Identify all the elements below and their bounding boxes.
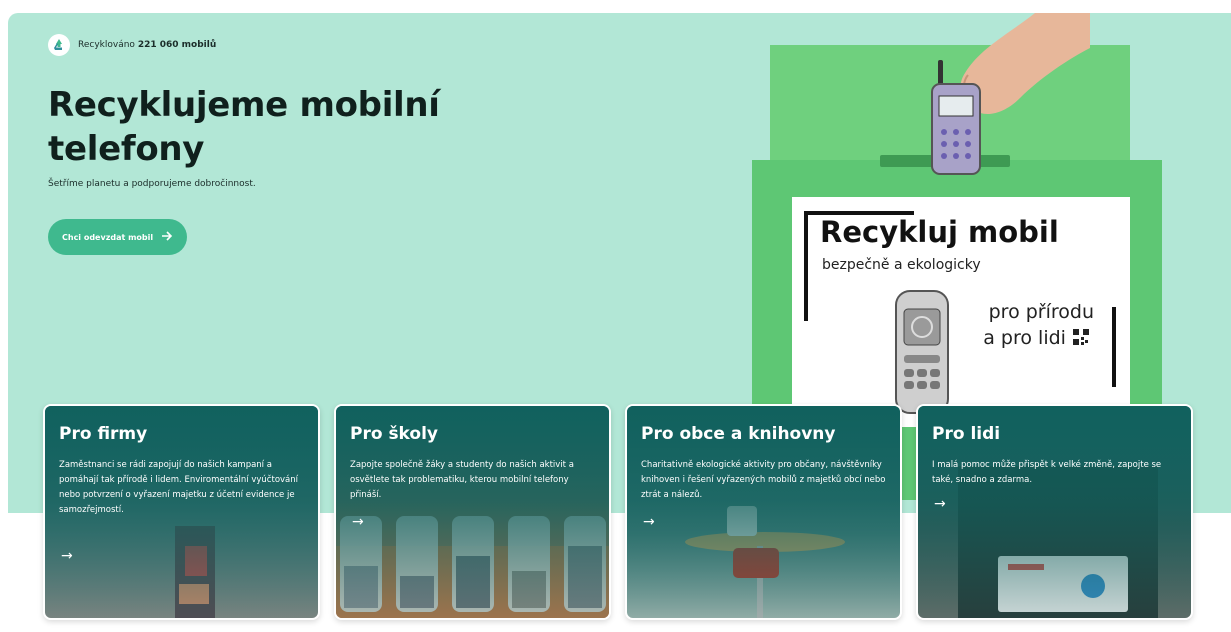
arrow-right-icon: →	[61, 548, 73, 564]
counter-value: 221 060 mobilů	[137, 40, 217, 50]
card-title: Pro školy	[350, 424, 438, 444]
donate-phone-button-label: Chci odevzdat mobil	[62, 232, 154, 242]
poster-line-nature: pro přírodu	[988, 301, 1094, 323]
card-people[interactable]: Pro lidi I malá pomoc může přispět k vel…	[916, 404, 1193, 620]
qr-code-icon	[1072, 328, 1090, 346]
poster-line-people-text: a pro lidi	[983, 327, 1066, 349]
card-description: Zaměstnanci se rádi zapojují do našich k…	[59, 460, 299, 515]
page-subtitle: Šetříme planetu a podporujeme dobročinno…	[48, 179, 256, 189]
poster-frame	[804, 211, 808, 321]
recycle-icon	[48, 34, 70, 56]
poster-subtitle: bezpečně a ekologicky	[822, 257, 981, 273]
card-municipalities-libraries[interactable]: Pro obce a knihovny Charitativně ekologi…	[625, 404, 902, 620]
arrow-right-icon: →	[352, 514, 364, 530]
poster-frame	[1112, 307, 1116, 387]
counter-prefix: Recyklováno	[78, 40, 135, 50]
audience-cards: Pro firmy Zaměstnanci se rádi zapojují d…	[43, 404, 1193, 620]
card-companies[interactable]: Pro firmy Zaměstnanci se rádi zapojují d…	[43, 404, 320, 620]
card-description: Charitativně ekologické aktivity pro obč…	[641, 460, 886, 500]
card-schools[interactable]: Pro školy Zapojte společně žáky a studen…	[334, 404, 611, 620]
poster-phone-icon	[895, 290, 949, 414]
card-title: Pro lidi	[932, 424, 1001, 444]
poster-title: Recykluj mobil	[820, 215, 1059, 249]
donate-phone-button[interactable]: Chci odevzdat mobil	[48, 219, 188, 255]
arrow-right-icon: →	[934, 496, 946, 512]
card-title: Pro firmy	[59, 424, 148, 444]
card-description: I malá pomoc může přispět k velké změně,…	[932, 460, 1162, 485]
arrow-right-icon	[161, 231, 173, 243]
card-description: Zapojte společně žáky a studenty do naši…	[350, 460, 574, 500]
recycle-poster: Recykluj mobil bezpečně a ekologicky pro…	[792, 197, 1130, 427]
page-title: Recyklujeme mobilní telefony	[48, 85, 440, 169]
card-title: Pro obce a knihovny	[641, 424, 836, 444]
arrow-right-icon: →	[643, 514, 655, 530]
phone-illustration	[931, 60, 981, 175]
recycled-counter: Recyklováno 221 060 mobilů	[48, 34, 216, 56]
poster-line-people: a pro lidi	[983, 327, 1090, 349]
